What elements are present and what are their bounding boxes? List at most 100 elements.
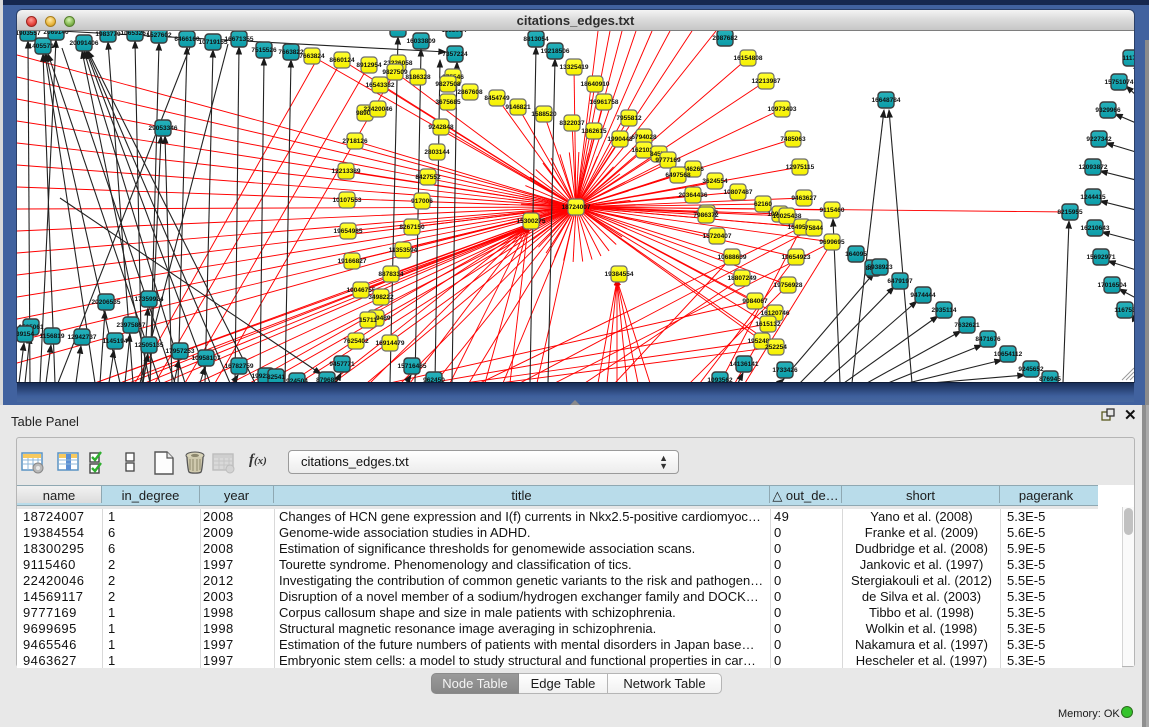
svg-text:1156819: 1156819 xyxy=(40,333,65,340)
svg-text:1983779: 1983779 xyxy=(95,31,121,38)
svg-text:7515526: 7515526 xyxy=(251,47,277,54)
svg-text:15720407: 15720407 xyxy=(703,233,732,240)
svg-text:252254: 252254 xyxy=(765,344,787,351)
svg-text:6497568: 6497568 xyxy=(665,172,691,179)
svg-text:19654985: 19654985 xyxy=(334,228,363,235)
svg-text:8660124: 8660124 xyxy=(329,57,355,64)
svg-text:5938923: 5938923 xyxy=(867,264,893,271)
svg-text:10807487: 10807487 xyxy=(724,189,753,196)
svg-text:9463627: 9463627 xyxy=(791,195,817,202)
svg-text:8878334: 8878334 xyxy=(378,271,404,278)
svg-text:8813054: 8813054 xyxy=(523,36,549,43)
svg-text:16914479: 16914479 xyxy=(376,340,405,347)
svg-text:116753: 116753 xyxy=(1114,307,1134,314)
svg-text:7663824: 7663824 xyxy=(299,53,325,60)
svg-text:2087682: 2087682 xyxy=(712,35,738,42)
svg-text:16543382: 16543382 xyxy=(366,82,395,89)
svg-text:1903557: 1903557 xyxy=(17,31,41,37)
svg-text:879685: 879685 xyxy=(316,377,338,382)
svg-text:17016504: 17016504 xyxy=(1098,282,1127,289)
svg-text:12505135: 12505135 xyxy=(135,342,164,349)
svg-text:11353594: 11353594 xyxy=(389,247,418,254)
svg-text:19166827: 19166827 xyxy=(338,258,367,265)
svg-text:10046755: 10046755 xyxy=(347,287,376,294)
svg-text:9827509: 9827509 xyxy=(382,69,408,76)
svg-text:3498222: 3498222 xyxy=(368,294,394,301)
svg-text:6794028: 6794028 xyxy=(631,134,657,141)
svg-text:7632621: 7632621 xyxy=(954,322,980,329)
svg-text:16210643: 16210643 xyxy=(1081,225,1110,232)
svg-text:9827508: 9827508 xyxy=(435,81,461,88)
svg-text:1733426: 1733426 xyxy=(772,367,798,374)
svg-text:7955812: 7955812 xyxy=(616,115,642,122)
svg-text:6479197: 6479197 xyxy=(887,278,913,285)
svg-text:8267150: 8267150 xyxy=(399,224,425,231)
svg-text:15751074: 15751074 xyxy=(1105,79,1134,86)
svg-text:9245652: 9245652 xyxy=(1018,366,1044,373)
svg-text:18807249: 18807249 xyxy=(728,275,757,282)
svg-text:2803144: 2803144 xyxy=(424,149,450,156)
svg-text:12213987: 12213987 xyxy=(752,78,781,85)
svg-text:15300275: 15300275 xyxy=(517,218,546,225)
svg-text:8322037: 8322037 xyxy=(559,120,585,127)
svg-text:11172: 11172 xyxy=(1122,55,1134,62)
svg-text:82541: 82541 xyxy=(267,374,285,381)
svg-text:16671355: 16671355 xyxy=(225,36,254,43)
svg-text:8186328: 8186328 xyxy=(405,74,431,81)
svg-text:39154: 39154 xyxy=(17,331,34,338)
svg-text:1588520: 1588520 xyxy=(531,111,557,118)
svg-text:917006: 917006 xyxy=(411,198,433,205)
svg-text:22420046: 22420046 xyxy=(364,106,393,113)
svg-text:7485063: 7485063 xyxy=(780,136,806,143)
svg-text:20206535: 20206535 xyxy=(92,299,121,306)
svg-text:17359924: 17359924 xyxy=(135,296,164,303)
svg-text:14055714: 14055714 xyxy=(29,43,58,50)
svg-text:8427552: 8427552 xyxy=(415,174,441,181)
svg-text:2867608: 2867608 xyxy=(457,89,483,96)
svg-text:62160: 62160 xyxy=(754,201,772,208)
svg-text:7986372: 7986372 xyxy=(693,212,719,219)
svg-text:9242848: 9242848 xyxy=(428,124,454,131)
svg-text:1244415: 1244415 xyxy=(1080,194,1106,201)
svg-text:19384554: 19384554 xyxy=(605,271,634,278)
svg-text:2935114: 2935114 xyxy=(932,307,957,314)
svg-text:13325419: 13325419 xyxy=(560,64,589,71)
svg-text:6466160: 6466160 xyxy=(174,36,200,43)
svg-text:9699695: 9699695 xyxy=(819,239,845,246)
svg-text:9777169: 9777169 xyxy=(655,157,681,164)
svg-text:17957253: 17957253 xyxy=(166,348,195,355)
svg-text:9474444: 9474444 xyxy=(910,292,936,299)
svg-text:16648784: 16648784 xyxy=(872,97,901,104)
svg-text:12093872: 12093872 xyxy=(1079,164,1108,171)
svg-text:12213389: 12213389 xyxy=(332,168,361,175)
svg-text:7625402: 7625402 xyxy=(343,338,369,345)
svg-text:1145194: 1145194 xyxy=(103,338,128,345)
svg-text:16154808: 16154808 xyxy=(734,55,763,62)
svg-text:10654112: 10654112 xyxy=(994,351,1023,358)
svg-text:29053346: 29053346 xyxy=(149,125,178,132)
svg-text:8471676: 8471676 xyxy=(975,336,1001,343)
svg-text:1132954: 1132954 xyxy=(442,31,467,34)
svg-text:10719155: 10719155 xyxy=(199,39,228,46)
svg-text:9227342: 9227342 xyxy=(1086,136,1112,143)
svg-text:164095: 164095 xyxy=(845,251,867,258)
svg-text:15716485: 15716485 xyxy=(398,363,427,370)
svg-text:876945: 876945 xyxy=(1039,376,1061,382)
svg-text:9329966: 9329966 xyxy=(1095,107,1121,114)
svg-text:9084067: 9084067 xyxy=(742,298,768,305)
svg-text:962450: 962450 xyxy=(423,377,445,382)
svg-text:18724007: 18724007 xyxy=(562,204,591,211)
svg-text:23975867: 23975867 xyxy=(117,322,146,329)
svg-text:2718126: 2718126 xyxy=(342,138,368,145)
svg-text:16782759: 16782759 xyxy=(225,363,254,370)
svg-text:16961758: 16961758 xyxy=(590,99,619,106)
svg-text:1093562: 1093562 xyxy=(707,377,733,382)
svg-text:1527602: 1527602 xyxy=(146,32,172,39)
svg-text:3675685: 3675685 xyxy=(435,99,461,106)
svg-text:9457771: 9457771 xyxy=(329,361,355,368)
svg-text:2069140: 2069140 xyxy=(43,31,69,36)
svg-text:9115460: 9115460 xyxy=(820,207,845,214)
svg-text:14136141: 14136141 xyxy=(730,361,759,368)
svg-text:8215955: 8215955 xyxy=(1057,209,1083,216)
svg-text:1615132: 1615132 xyxy=(755,321,781,328)
